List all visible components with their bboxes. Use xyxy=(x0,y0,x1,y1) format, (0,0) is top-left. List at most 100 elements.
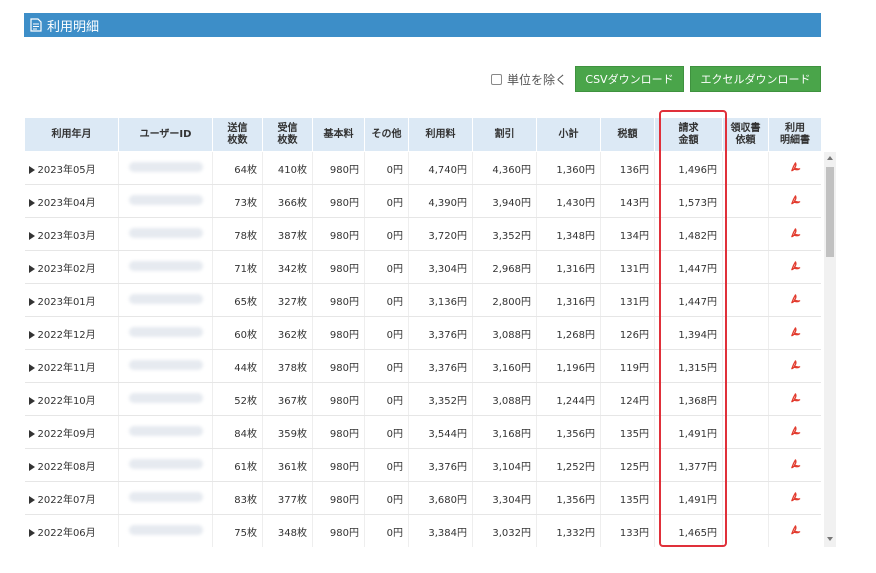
table-row[interactable]: 2023年04月 73枚 366枚 980円 0円 4,390円 3,940円 1,430円 1… xyxy=(24,184,821,218)
cell-total: 1,447円 xyxy=(654,250,723,284)
cell-month[interactable]: 2022年07月 xyxy=(24,481,119,515)
cell-user-id-redacted xyxy=(118,217,213,251)
cell-received-count: 362枚 xyxy=(262,316,313,350)
cell-discount: 2,968円 xyxy=(472,250,537,284)
header-label: 領収書 xyxy=(730,122,761,134)
pdf-icon[interactable] xyxy=(790,491,801,503)
header-col-receipt-request: 領収書 依頼 xyxy=(722,117,769,152)
cell-tax: 143円 xyxy=(600,184,655,218)
cell-other-fee: 0円 xyxy=(364,349,409,383)
expand-triangle-icon[interactable] xyxy=(28,231,35,240)
expand-triangle-icon[interactable] xyxy=(28,396,35,405)
table-scrollbar[interactable] xyxy=(824,152,836,547)
cell-month[interactable]: 2023年01月 xyxy=(24,283,119,317)
pdf-icon[interactable] xyxy=(790,293,801,305)
document-icon xyxy=(30,18,42,32)
cell-receipt-request xyxy=(722,382,769,416)
exclude-units-toggle[interactable]: 単位を除く xyxy=(490,71,567,88)
table-row[interactable]: 2023年05月 64枚 410枚 980円 0円 4,740円 4,360円 1,360円 1… xyxy=(24,151,821,185)
cell-month[interactable]: 2022年10月 xyxy=(24,382,119,416)
cell-basic-fee: 980円 xyxy=(312,217,365,251)
cell-month[interactable]: 2022年08月 xyxy=(24,448,119,482)
excel-download-button[interactable]: エクセルダウンロード xyxy=(690,66,821,92)
expand-triangle-icon[interactable] xyxy=(28,165,35,174)
cell-basic-fee: 980円 xyxy=(312,184,365,218)
scroll-up-arrow-icon[interactable] xyxy=(827,156,833,160)
pdf-icon[interactable] xyxy=(790,227,801,239)
scrollbar-thumb[interactable] xyxy=(826,167,834,257)
expand-triangle-icon[interactable] xyxy=(28,330,35,339)
table-row[interactable]: 2023年03月 78枚 387枚 980円 0円 3,720円 3,352円 1,348円 1… xyxy=(24,217,821,251)
cell-month[interactable]: 2023年05月 xyxy=(24,151,119,185)
cell-tax: 124円 xyxy=(600,382,655,416)
cell-month[interactable]: 2022年12月 xyxy=(24,316,119,350)
cell-statement-pdf[interactable] xyxy=(768,184,821,218)
cell-sent-count: 61枚 xyxy=(212,448,263,482)
cell-basic-fee: 980円 xyxy=(312,514,365,547)
exclude-units-checkbox[interactable] xyxy=(490,73,502,85)
pdf-icon[interactable] xyxy=(790,359,801,371)
cell-statement-pdf[interactable] xyxy=(768,415,821,449)
cell-usage-fee: 3,720円 xyxy=(408,217,473,251)
cell-statement-pdf[interactable] xyxy=(768,217,821,251)
cell-user-id-redacted xyxy=(118,415,213,449)
cell-statement-pdf[interactable] xyxy=(768,250,821,284)
month-label: 2023年01月 xyxy=(37,296,96,308)
cell-other-fee: 0円 xyxy=(364,415,409,449)
table-row[interactable]: 2022年11月 44枚 378枚 980円 0円 3,376円 3,160円 1,196円 1… xyxy=(24,349,821,383)
cell-month[interactable]: 2023年03月 xyxy=(24,217,119,251)
cell-statement-pdf[interactable] xyxy=(768,151,821,185)
scroll-down-arrow-icon[interactable] xyxy=(827,537,833,541)
cell-usage-fee: 4,740円 xyxy=(408,151,473,185)
cell-discount: 3,160円 xyxy=(472,349,537,383)
cell-month[interactable]: 2023年02月 xyxy=(24,250,119,284)
cell-subtotal: 1,360円 xyxy=(536,151,601,185)
expand-triangle-icon[interactable] xyxy=(28,528,35,537)
expand-triangle-icon[interactable] xyxy=(28,429,35,438)
cell-statement-pdf[interactable] xyxy=(768,448,821,482)
cell-receipt-request xyxy=(722,349,769,383)
pdf-icon[interactable] xyxy=(790,392,801,404)
expand-triangle-icon[interactable] xyxy=(28,462,35,471)
header-label: 税額 xyxy=(617,128,638,140)
table-row[interactable]: 2023年01月 65枚 327枚 980円 0円 3,136円 2,800円 1,316円 1… xyxy=(24,283,821,317)
expand-triangle-icon[interactable] xyxy=(28,198,35,207)
table-row[interactable]: 2023年02月 71枚 342枚 980円 0円 3,304円 2,968円 1,316円 1… xyxy=(24,250,821,284)
header-label: 金額 xyxy=(678,134,699,146)
cell-statement-pdf[interactable] xyxy=(768,316,821,350)
cell-month[interactable]: 2022年09月 xyxy=(24,415,119,449)
cell-statement-pdf[interactable] xyxy=(768,481,821,515)
table-row[interactable]: 2022年07月 83枚 377枚 980円 0円 3,680円 3,304円 1,356円 1… xyxy=(24,481,821,515)
pdf-icon[interactable] xyxy=(790,194,801,206)
table-row[interactable]: 2022年09月 84枚 359枚 980円 0円 3,544円 3,168円 1,356円 1… xyxy=(24,415,821,449)
cell-statement-pdf[interactable] xyxy=(768,283,821,317)
cell-month[interactable]: 2023年04月 xyxy=(24,184,119,218)
expand-triangle-icon[interactable] xyxy=(28,264,35,273)
cell-statement-pdf[interactable] xyxy=(768,382,821,416)
cell-statement-pdf[interactable] xyxy=(768,514,821,547)
pdf-icon[interactable] xyxy=(790,260,801,272)
cell-sent-count: 71枚 xyxy=(212,250,263,284)
expand-triangle-icon[interactable] xyxy=(28,363,35,372)
cell-total: 1,394円 xyxy=(654,316,723,350)
table-row[interactable]: 2022年08月 61枚 361枚 980円 0円 3,376円 3,104円 1,252円 1… xyxy=(24,448,821,482)
pdf-icon[interactable] xyxy=(790,161,801,173)
pdf-icon[interactable] xyxy=(790,458,801,470)
month-label: 2022年07月 xyxy=(37,494,96,506)
table-row[interactable]: 2022年12月 60枚 362枚 980円 0円 3,376円 3,088円 1,268円 1… xyxy=(24,316,821,350)
pdf-icon[interactable] xyxy=(790,425,801,437)
expand-triangle-icon[interactable] xyxy=(28,297,35,306)
cell-basic-fee: 980円 xyxy=(312,415,365,449)
cell-month[interactable]: 2022年06月 xyxy=(24,514,119,547)
table-row[interactable]: 2022年10月 52枚 367枚 980円 0円 3,352円 3,088円 1,244円 1… xyxy=(24,382,821,416)
pdf-icon[interactable] xyxy=(790,524,801,536)
month-label: 2022年12月 xyxy=(37,329,96,341)
table-row[interactable]: 2022年06月 75枚 348枚 980円 0円 3,384円 3,032円 1,332円 1… xyxy=(24,514,821,547)
month-label: 2022年06月 xyxy=(37,527,96,539)
csv-download-button[interactable]: CSVダウンロード xyxy=(575,66,684,92)
cell-month[interactable]: 2022年11月 xyxy=(24,349,119,383)
cell-total: 1,491円 xyxy=(654,481,723,515)
pdf-icon[interactable] xyxy=(790,326,801,338)
expand-triangle-icon[interactable] xyxy=(28,495,35,504)
cell-statement-pdf[interactable] xyxy=(768,349,821,383)
